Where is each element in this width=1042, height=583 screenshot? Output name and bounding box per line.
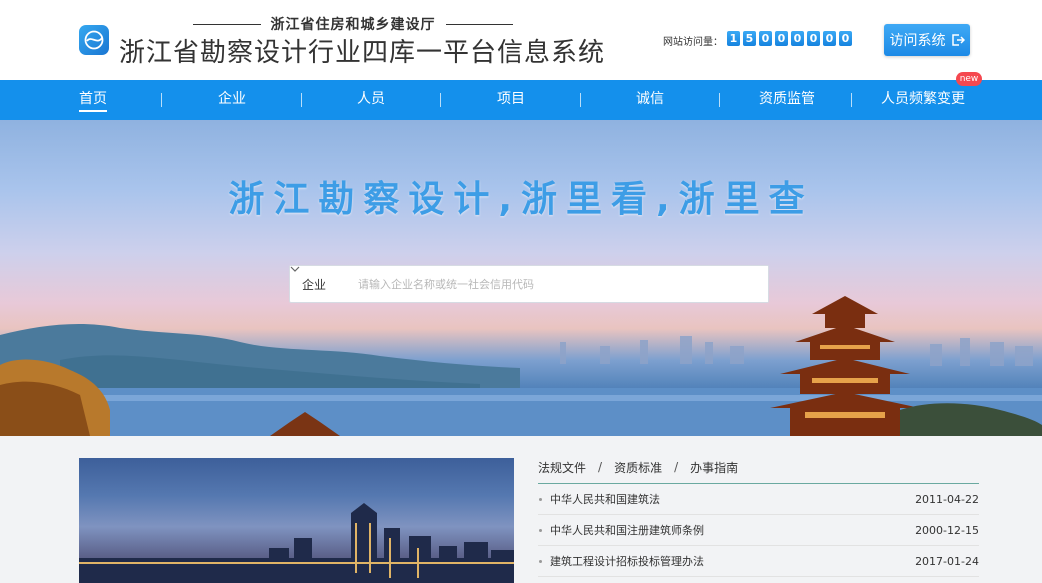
nav-divider: [301, 93, 302, 107]
counter-digit: 0: [839, 31, 852, 46]
nav-divider: [440, 93, 441, 107]
main-nav: 首页 企业 人员 项目 诚信 资质监管 人员频繁变更: [0, 80, 1042, 120]
visit-count-label: 网站访问量：: [663, 37, 723, 48]
counter-digit: 0: [759, 31, 772, 46]
news-item[interactable]: 建筑工程设计招标投标管理办法 2017-01-24: [538, 546, 979, 577]
city-skyline-image: [79, 503, 514, 583]
nav-divider: [161, 93, 162, 107]
nav-divider: [719, 93, 720, 107]
counter-digit: 0: [823, 31, 836, 46]
counter-digit: 5: [743, 31, 756, 46]
news-date: 2011-04-22: [915, 492, 979, 506]
nav-project[interactable]: 项目: [497, 80, 525, 120]
department-name: 浙江省住房和城乡建设厅: [193, 14, 513, 34]
nav-enterprise[interactable]: 企业: [218, 80, 246, 120]
exit-arrow-icon: [951, 34, 965, 46]
news-title: 建筑工程设计招标投标管理办法: [550, 555, 704, 568]
tab-regulations[interactable]: 法规文件: [538, 459, 586, 476]
visit-system-label: 访问系统: [889, 33, 946, 49]
nav-home[interactable]: 首页: [79, 80, 107, 120]
nav-personnel[interactable]: 人员: [357, 80, 385, 120]
news-title: 中华人民共和国注册建筑师条例: [550, 524, 704, 537]
tab-separator: /: [598, 460, 603, 474]
tab-qualification-standards[interactable]: 资质标准: [614, 459, 662, 476]
news-item[interactable]: 中华人民共和国建筑法 2011-04-22: [538, 484, 979, 515]
counter-digit: 0: [807, 31, 820, 46]
system-title: 浙江省勘察设计行业四库一平台信息系统: [119, 38, 606, 68]
counter-digit: 0: [775, 31, 788, 46]
news-panel: 法规文件 / 资质标准 / 办事指南 中华人民共和国建筑法 2011-04-22…: [538, 458, 979, 577]
search-input[interactable]: [358, 266, 768, 302]
news-title: 中华人民共和国建筑法: [550, 493, 660, 506]
search-category-select[interactable]: 企业: [290, 266, 358, 302]
nav-divider: [580, 93, 581, 107]
nav-credit[interactable]: 诚信: [636, 80, 664, 120]
hero-banner: 浙江勘察设计,浙里看,浙里查 企业: [0, 120, 1042, 436]
nav-frequent-changes[interactable]: 人员频繁变更: [881, 80, 965, 120]
search-box: 企业: [289, 265, 769, 303]
banner-slogan: 浙江勘察设计,浙里看,浙里查: [228, 179, 814, 220]
tab-separator: /: [674, 460, 679, 474]
counter-digit: 0: [791, 31, 804, 46]
counter-digit: 1: [727, 31, 740, 46]
logo-icon: [79, 25, 109, 55]
city-photo: [79, 458, 514, 583]
tab-service-guide[interactable]: 办事指南: [690, 459, 738, 476]
news-date: 2000-12-15: [915, 523, 979, 537]
header: 浙江省住房和城乡建设厅 浙江省勘察设计行业四库一平台信息系统 网站访问量： 1 …: [0, 0, 1042, 80]
chevron-down-icon: [290, 266, 300, 272]
visit-counter: 1 5 0 0 0 0 0 0: [727, 31, 852, 46]
new-badge: new: [956, 72, 982, 86]
news-tabs: 法规文件 / 资质标准 / 办事指南: [538, 458, 979, 476]
news-item[interactable]: 中华人民共和国注册建筑师条例 2000-12-15: [538, 515, 979, 546]
nav-qualification-supervision[interactable]: 资质监管: [759, 80, 815, 120]
news-date: 2017-01-24: [915, 554, 979, 568]
search-category-label: 企业: [302, 277, 327, 292]
nav-divider: [851, 93, 852, 107]
visit-system-button[interactable]: 访问系统: [884, 24, 970, 56]
